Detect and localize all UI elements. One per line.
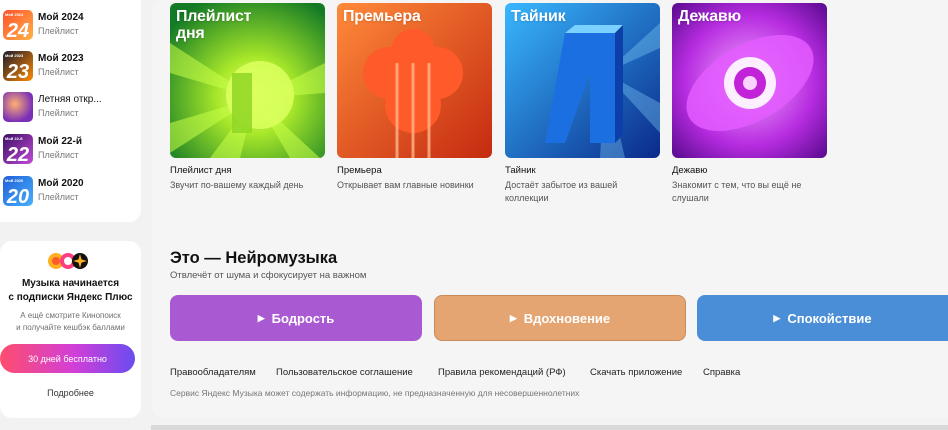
playlist-subtitle: Плейлист	[38, 26, 79, 36]
vibe-label: Спокойствие	[787, 310, 872, 326]
vibe-button-inspiration[interactable]: ▶ Вдохновение	[434, 295, 686, 341]
cover-label-line: Плейлист	[176, 8, 252, 25]
cover-number: 24	[6, 20, 30, 40]
promo-desc-line: А ещё смотрите Кинопоиск	[20, 311, 121, 320]
card-description: Достаёт забытое из вашей коллекции	[505, 180, 618, 203]
sidebar: Мой 2024 24 Мой 2024 Плейлист Мой 2023 2…	[0, 0, 151, 430]
playlist-cover	[3, 92, 33, 122]
promo-title-line: с подписки Яндекс Плюс	[8, 292, 133, 303]
playlist-list: Мой 2024 24 Мой 2024 Плейлист Мой 2023 2…	[0, 0, 141, 222]
dejavu-cover-art	[672, 3, 827, 158]
playlist-title: Летняя откр...	[38, 94, 102, 105]
card-description: Знакомит с тем, что вы ещё не слушали	[672, 180, 802, 203]
playlist-title: Мой 2020	[38, 178, 84, 189]
card-description: Открывает вам главные новинки	[337, 180, 474, 190]
cover-label-line: Тайник	[511, 8, 566, 25]
playlist-item[interactable]: Мой 2024 24 Мой 2024 Плейлист	[3, 8, 139, 42]
card-title: Тайник	[505, 165, 536, 176]
playlist-title: Мой 2024	[38, 12, 84, 23]
playlist-title: Мой 22-й	[38, 136, 82, 147]
neuromusic-subtitle: Отвлечёт от шума и сфокусирует на важном	[170, 270, 367, 281]
footer-link[interactable]: Пользовательское соглашение	[276, 367, 413, 378]
cover-label-line: дня	[176, 25, 205, 42]
play-icon: ▶	[257, 312, 265, 323]
playlist-cover: Мой 2023 23	[3, 51, 33, 81]
playlist-subtitle: Плейлист	[38, 108, 79, 118]
footer-link[interactable]: Скачать приложение	[590, 367, 682, 378]
bottom-scroll-edge	[151, 425, 948, 430]
plus-logo-icon	[48, 253, 88, 269]
footer-link[interactable]: Правила рекомендаций (РФ)	[438, 367, 566, 378]
playlist-item[interactable]: Мой 22-й 22 Мой 22-й Плейлист	[3, 132, 139, 166]
card-description: Звучит по-вашему каждый день	[170, 180, 304, 190]
neuromusic-title: Это — Нейромузыка	[170, 249, 338, 267]
footer-link[interactable]: Правообладателям	[170, 367, 256, 378]
cover-label-line: Премьера	[343, 8, 421, 25]
promo-title-line: Музыка начинается	[21, 278, 120, 289]
cover-label-line: Дежавю	[678, 8, 742, 25]
card-cover-label: Тайник	[511, 8, 566, 25]
card-cover: Премьера	[337, 3, 492, 158]
play-icon: ▶	[509, 312, 517, 323]
hideout-cover-art	[505, 3, 660, 158]
cover-caption: Мой 2020	[5, 178, 24, 183]
plus-promo-card: Музыка начинается с подписки Яндекс Плюс…	[0, 241, 141, 418]
playlist-cover: Мой 2024 24	[3, 10, 33, 40]
play-icon: ▶	[773, 312, 781, 323]
playlist-title: Мой 2023	[38, 53, 84, 64]
vibe-button-calm[interactable]: ▶ Спокойствие	[697, 295, 948, 341]
cover-number: 20	[6, 186, 30, 206]
card-cover: Плейлист дня	[170, 3, 325, 158]
playlist-cover: Мой 2020 20	[3, 176, 33, 206]
cover-number: 22	[6, 144, 30, 164]
playlist-item[interactable]: Мой 2023 23 Мой 2023 Плейлист	[3, 49, 139, 83]
card-title: Премьера	[337, 165, 382, 176]
cover-number: 23	[6, 61, 30, 81]
playlist-subtitle: Плейлист	[38, 192, 79, 202]
vibe-label: Вдохновение	[523, 310, 611, 326]
cover-caption: Мой 22-й	[5, 136, 23, 141]
more-info-link[interactable]: Подробнее	[0, 388, 141, 398]
card-title: Плейлист дня	[170, 165, 232, 176]
card-cover: Дежавю	[672, 3, 827, 158]
playlist-subtitle: Плейлист	[38, 67, 79, 77]
age-disclaimer: Сервис Яндекс Музыка может содержать инф…	[170, 388, 580, 398]
free-trial-button[interactable]: 30 дней бесплатно	[0, 344, 135, 373]
cover-caption: Мой 2023	[5, 53, 24, 58]
playlist-item[interactable]: Мой 2020 20 Мой 2020 Плейлист	[3, 174, 139, 208]
cover-caption: Мой 2024	[5, 12, 24, 17]
vibe-label: Бодрость	[271, 310, 335, 326]
premiere-cover-art	[337, 3, 492, 158]
playlist-subtitle: Плейлист	[38, 150, 79, 160]
promo-description: А ещё смотрите Кинопоиск и получайте кеш…	[0, 310, 141, 334]
vibe-button-energy[interactable]: ▶ Бодрость	[170, 295, 422, 341]
card-cover-label: Дежавю	[678, 8, 741, 25]
footer-link[interactable]: Справка	[703, 367, 740, 378]
card-cover: Тайник	[505, 3, 660, 158]
playlist-item[interactable]: Летняя откр... Плейлист	[3, 90, 139, 124]
playlist-cover: Мой 22-й 22	[3, 134, 33, 164]
promo-title: Музыка начинается с подписки Яндекс Плюс	[0, 277, 141, 305]
card-cover-label: Премьера	[343, 8, 421, 25]
card-title: Дежавю	[672, 165, 708, 176]
promo-desc-line: и получайте кешбэк баллами	[16, 323, 125, 332]
card-cover-label: Плейлист дня	[176, 8, 252, 42]
